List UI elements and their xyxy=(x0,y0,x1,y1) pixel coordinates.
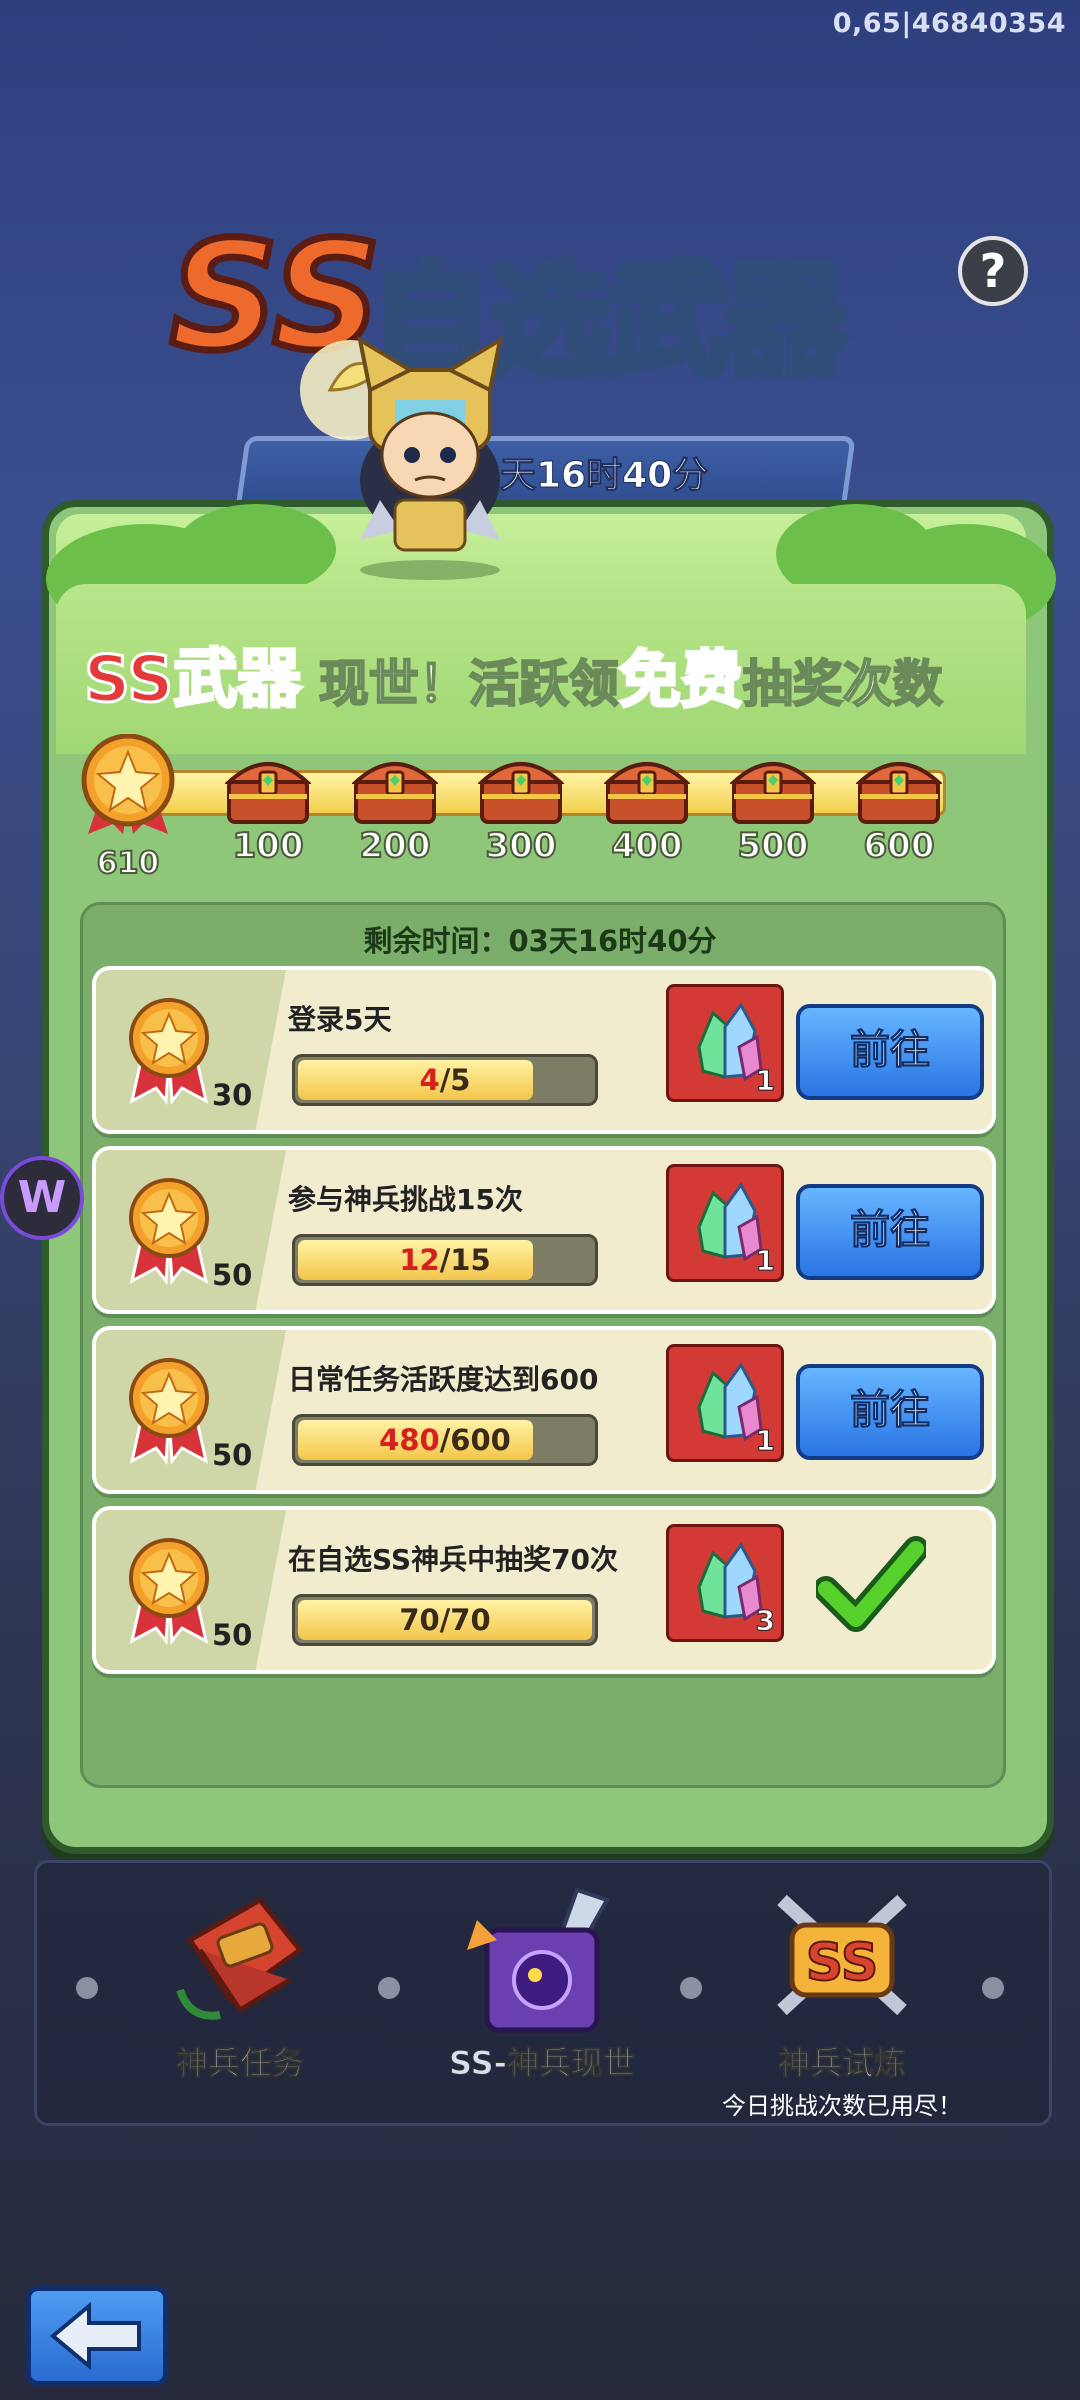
progress-current: 480 xyxy=(379,1423,440,1457)
milestone-chest[interactable] xyxy=(476,750,566,830)
task-title: 在自选SS神兵中抽奖70次 xyxy=(288,1543,619,1576)
treasure-chest-icon xyxy=(223,762,313,824)
milestone-label: 600 xyxy=(863,825,936,867)
go-button[interactable]: 前往 xyxy=(796,1184,984,1280)
treasure-chest-icon xyxy=(602,762,692,824)
reward-count: 1 xyxy=(755,1424,776,1458)
reward-crystal[interactable]: 1 xyxy=(666,1344,784,1462)
back-arrow-icon xyxy=(49,2301,141,2371)
nav-weapon-trial[interactable]: SS 神兵试炼 今日挑战次数已用尽！ xyxy=(722,1880,962,2120)
go-button[interactable]: 前往 xyxy=(796,1364,984,1460)
treasure-chest-icon xyxy=(854,762,944,824)
remaining-time: 剩余时间：03天16时40分 xyxy=(363,924,717,958)
task-row: 50 在自选SS神兵中抽奖70次 70/70 3 xyxy=(92,1506,996,1674)
nav-label: SS-神兵现世 xyxy=(449,2044,636,2083)
help-button[interactable]: ? xyxy=(958,236,1028,306)
points-medal-icon xyxy=(81,734,175,834)
nav-dot xyxy=(982,1977,1004,1999)
scroll-box-icon xyxy=(176,1896,304,2020)
side-w-icon[interactable]: W xyxy=(0,1156,84,1240)
task-points: 50 xyxy=(212,1258,253,1292)
reward-crystal[interactable]: 3 xyxy=(666,1524,784,1642)
progress-total: /600 xyxy=(439,1423,511,1457)
treasure-chest-icon xyxy=(350,762,440,824)
reward-count: 3 xyxy=(755,1604,776,1638)
task-points: 50 xyxy=(212,1618,253,1652)
task-points: 50 xyxy=(212,1438,253,1472)
go-button[interactable]: 前往 xyxy=(796,1004,984,1100)
progress-total: /5 xyxy=(439,1063,471,1097)
hero-character-icon xyxy=(300,335,503,580)
milestone-label: 400 xyxy=(611,825,684,867)
treasure-chest-icon xyxy=(476,762,566,824)
ss-crossed-swords-icon: SS xyxy=(777,1894,907,2016)
points-medal-icon xyxy=(129,1178,209,1286)
milestone-chest[interactable] xyxy=(728,750,818,830)
progress-total: /15 xyxy=(439,1243,491,1277)
task-progress-text: 480/600 xyxy=(295,1417,595,1463)
reward-crystal[interactable]: 1 xyxy=(666,1164,784,1282)
back-button[interactable] xyxy=(26,2286,168,2386)
points-medal-icon xyxy=(129,1538,209,1646)
reward-count: 1 xyxy=(755,1064,776,1098)
current-points: 610 xyxy=(96,845,161,882)
event-title: SS 自选武器 xyxy=(167,200,910,396)
event-headline: SS武器 现世！活跃领免费抽奖次数 xyxy=(82,628,1004,719)
milestone-chest[interactable] xyxy=(602,750,692,830)
progress-current: 70 xyxy=(399,1603,440,1637)
nav-ss-weapon-appear[interactable]: SS-神兵现世 xyxy=(432,1880,652,2120)
milestone-chest[interactable] xyxy=(350,750,440,830)
reward-count: 1 xyxy=(755,1244,776,1278)
debug-id: 0,65|46840354 xyxy=(832,8,1066,39)
nav-dot xyxy=(680,1977,702,1999)
task-progress-bar: 12/15 xyxy=(292,1234,598,1286)
task-progress-bar: 4/5 xyxy=(292,1054,598,1106)
task-row: 50 日常任务活跃度达到600 480/600 1 前往 xyxy=(92,1326,996,1494)
magic-book-icon xyxy=(467,1887,610,2033)
task-title: 登录5天 xyxy=(288,1003,392,1036)
task-progress-text: 4/5 xyxy=(295,1057,595,1103)
nav-label: 神兵试炼 xyxy=(777,2044,906,2083)
headline-ss-weapon: SS武器 xyxy=(82,642,302,719)
milestone-label: 500 xyxy=(737,825,810,867)
task-title: 参与神兵挑战15次 xyxy=(288,1183,523,1216)
progress-total: /70 xyxy=(439,1603,491,1637)
progress-current: 4 xyxy=(419,1063,440,1097)
treasure-chest-icon xyxy=(728,762,818,824)
check-mark-icon xyxy=(816,1536,926,1632)
headline-text-2: 抽奖次数 xyxy=(742,654,944,714)
nav-weapon-tasks[interactable]: 神兵任务 xyxy=(130,1880,350,2120)
milestone-label: 100 xyxy=(232,825,305,867)
task-progress-bar: 70/70 xyxy=(292,1594,598,1646)
task-title: 日常任务活跃度达到600 xyxy=(288,1363,599,1396)
headline-free: 免费 xyxy=(617,642,744,718)
reward-crystal[interactable]: 1 xyxy=(666,984,784,1102)
task-progress-text: 70/70 xyxy=(295,1597,595,1643)
milestone-chest[interactable] xyxy=(854,750,944,830)
task-progress-text: 12/15 xyxy=(295,1237,595,1283)
nav-label: 神兵任务 xyxy=(175,2044,304,2083)
points-medal-icon xyxy=(129,998,209,1106)
task-row: 30 登录5天 4/5 1 前往 xyxy=(92,966,996,1134)
headline-text: 现世！活跃领 xyxy=(301,654,620,714)
milestone-chest[interactable] xyxy=(223,750,313,830)
svg-text:SS: SS xyxy=(806,1933,879,1993)
points-medal-icon xyxy=(129,1358,209,1466)
nav-dot xyxy=(378,1977,400,1999)
task-points: 30 xyxy=(212,1078,253,1112)
milestone-label: 300 xyxy=(485,825,558,867)
task-progress-bar: 480/600 xyxy=(292,1414,598,1466)
nav-sub-label: 今日挑战次数已用尽！ xyxy=(722,2092,962,2120)
progress-current: 12 xyxy=(399,1243,440,1277)
milestone-label: 200 xyxy=(359,825,432,867)
task-row: 50 参与神兵挑战15次 12/15 1 前往 xyxy=(92,1146,996,1314)
nav-dot xyxy=(76,1977,98,1999)
